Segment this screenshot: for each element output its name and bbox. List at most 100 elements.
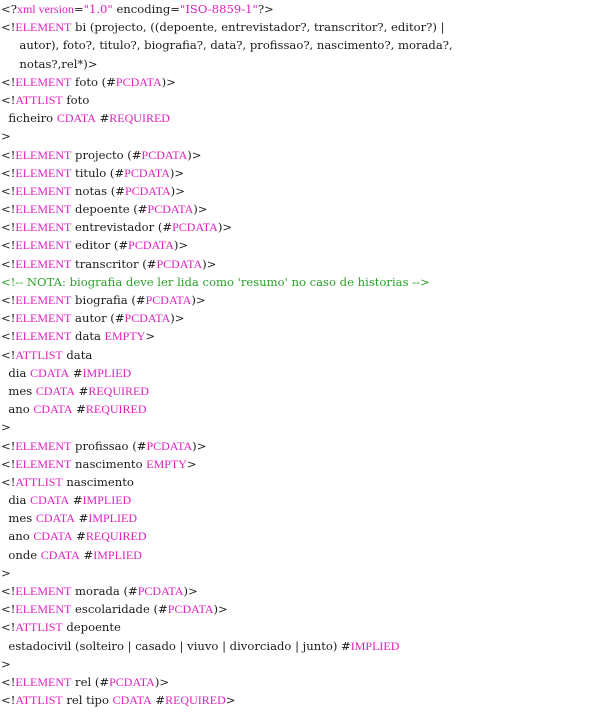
- text-token: mes: [1, 511, 36, 526]
- text-token: <!: [1, 256, 16, 271]
- text-token: )>: [191, 293, 206, 307]
- code-line: >: [1, 418, 612, 436]
- keyword-token: ATTLIST: [15, 620, 63, 635]
- dtd-code-listing: <?xml version="1.0" encoding="ISO-8859-1…: [0, 0, 612, 716]
- text-token: #: [74, 511, 89, 526]
- text-token: foto (#: [71, 74, 116, 89]
- text-token: >: [145, 329, 156, 344]
- code-line: autor), foto?, titulo?, biografia?, data…: [1, 36, 612, 54]
- keyword-token: PCDATA: [124, 183, 171, 198]
- code-line: ficheiro CDATA #REQUIRED: [1, 109, 612, 127]
- text-token: autor (#: [71, 311, 125, 326]
- text-token: )>: [154, 674, 170, 689]
- code-line: <!ELEMENT morada (#PCDATA)>: [1, 582, 612, 600]
- text-token: )>: [169, 165, 185, 180]
- code-line: ano CDATA #REQUIRED: [1, 400, 612, 418]
- keyword-token: REQUIRED: [88, 383, 149, 398]
- text-token: >: [1, 565, 11, 580]
- keyword-token: CDATA: [30, 365, 70, 380]
- text-token: <!: [1, 92, 16, 107]
- keyword-token: ATTLIST: [15, 693, 63, 708]
- keyword-token: IMPLIED: [88, 511, 137, 526]
- keyword-token: PCDATA: [124, 165, 170, 180]
- code-line: dia CDATA #IMPLIED: [1, 364, 612, 382]
- code-line: <!ELEMENT depoente (#PCDATA)>: [1, 200, 612, 218]
- code-line: <!ELEMENT rel (#PCDATA)>: [1, 673, 612, 691]
- code-line: <!ELEMENT projecto (#PCDATA)>: [1, 146, 612, 164]
- code-line: <!ELEMENT profissao (#PCDATA)>: [1, 437, 612, 455]
- keyword-token: CDATA: [33, 402, 73, 417]
- text-token: >: [186, 456, 197, 471]
- keyword-token: PCDATA: [145, 293, 192, 307]
- keyword-token: REQUIRED: [109, 111, 170, 126]
- text-token: depoente: [62, 620, 121, 635]
- text-token: #: [69, 365, 83, 380]
- keyword-token: ELEMENT: [15, 311, 72, 326]
- text-token: #: [69, 493, 83, 508]
- text-token: #: [79, 547, 94, 562]
- keyword-token: REQUIRED: [165, 693, 226, 708]
- keyword-token: EMPTY: [146, 456, 187, 471]
- text-token: escolaridade (#: [71, 602, 168, 617]
- keyword-token: ELEMENT: [15, 183, 72, 198]
- text-token: <!: [1, 602, 16, 617]
- keyword-token: ELEMENT: [15, 456, 72, 471]
- code-line: <!ELEMENT transcritor (#PCDATA)>: [1, 255, 612, 273]
- keyword-token: IMPLIED: [82, 365, 132, 380]
- code-line: <!ELEMENT foto (#PCDATA)>: [1, 73, 612, 91]
- text-token: )>: [202, 256, 217, 271]
- code-line: <!ATTLIST depoente: [1, 618, 612, 636]
- code-line: >: [1, 655, 612, 673]
- string-token: "1.0": [83, 2, 113, 16]
- keyword-token: CDATA: [35, 383, 75, 398]
- keyword-token: ELEMENT: [15, 256, 72, 271]
- code-line: onde CDATA #IMPLIED: [1, 546, 612, 564]
- text-token: <!: [1, 456, 16, 471]
- text-token: <!: [1, 438, 16, 453]
- text-token: )>: [217, 220, 233, 235]
- text-token: <!: [1, 620, 16, 635]
- keyword-token: ELEMENT: [15, 220, 72, 235]
- text-token: nascimento: [62, 474, 134, 489]
- keyword-token: ATTLIST: [15, 474, 63, 489]
- text-token: rel tipo: [62, 693, 113, 708]
- text-token: projecto (#: [71, 147, 142, 162]
- text-token: )>: [187, 147, 202, 162]
- text-token: >: [225, 693, 236, 708]
- text-token: ano: [1, 529, 34, 544]
- text-token: ano: [1, 402, 34, 417]
- code-line: <!ELEMENT biografia (#PCDATA)>: [1, 291, 612, 309]
- text-token: <!: [1, 183, 16, 198]
- code-line: <!ELEMENT autor (#PCDATA)>: [1, 309, 612, 327]
- text-token: <!: [1, 674, 16, 689]
- keyword-token: ELEMENT: [15, 329, 72, 344]
- keyword-token: ELEMENT: [15, 165, 72, 180]
- text-token: autor), foto?, titulo?, biografia?, data…: [1, 38, 453, 53]
- text-token: <!: [1, 74, 16, 89]
- code-line: <!ELEMENT nascimento EMPTY>: [1, 455, 612, 473]
- text-token: #: [72, 402, 86, 417]
- keyword-token: ELEMENT: [15, 238, 72, 253]
- code-line: >: [1, 564, 612, 582]
- comment-token: <!-- NOTA: biografia deve ler lida como …: [1, 274, 430, 289]
- text-token: profissao (#: [71, 438, 147, 453]
- text-token: <!: [1, 311, 16, 326]
- keyword-token: IMPLIED: [93, 547, 142, 562]
- keyword-token: PCDATA: [115, 74, 162, 89]
- text-token: <!: [1, 20, 16, 35]
- text-token: )>: [213, 602, 228, 617]
- code-line: ano CDATA #REQUIRED: [1, 527, 612, 545]
- keyword-token: PCDATA: [141, 147, 188, 162]
- keyword-token: CDATA: [35, 511, 75, 526]
- keyword-token: ELEMENT: [15, 74, 72, 89]
- text-token: )>: [161, 74, 176, 89]
- code-line: mes CDATA #REQUIRED: [1, 382, 612, 400]
- code-line: <!ELEMENT titulo (#PCDATA)>: [1, 164, 612, 182]
- text-token: notas?,rel*)>: [1, 56, 98, 71]
- text-token: )>: [193, 202, 208, 217]
- keyword-token: ELEMENT: [15, 584, 72, 598]
- keyword-token: CDATA: [56, 111, 96, 126]
- code-line: <!ELEMENT editor (#PCDATA)>: [1, 236, 612, 254]
- keyword-token: PCDATA: [137, 584, 184, 598]
- text-token: >: [1, 656, 11, 671]
